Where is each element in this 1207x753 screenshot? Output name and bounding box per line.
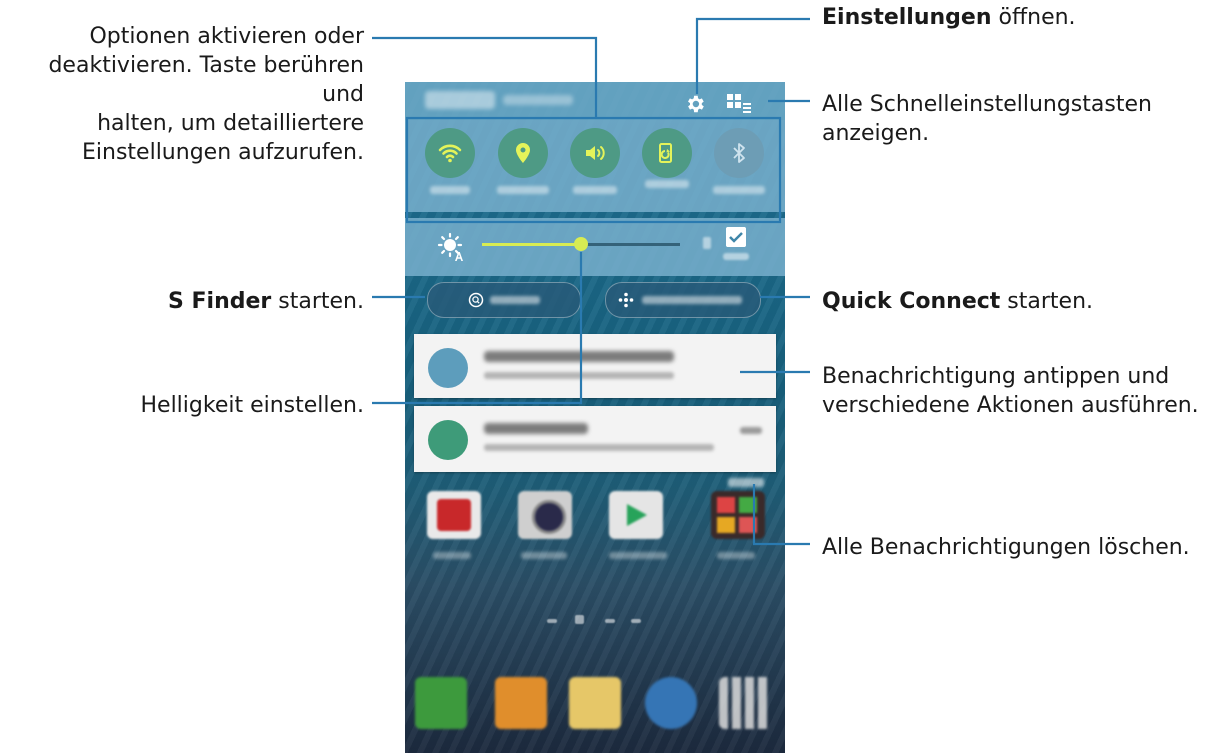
page-indicator xyxy=(605,619,615,623)
page-indicator xyxy=(547,619,557,623)
brightness-panel xyxy=(405,218,785,276)
quick-button-wifi[interactable] xyxy=(425,128,475,178)
annotation-line: anzeigen. xyxy=(822,121,930,146)
brightness-value-placeholder xyxy=(703,237,711,249)
quick-settings-annotation: Optionen aktivieren oder deaktivieren. T… xyxy=(0,22,364,167)
wifi-icon xyxy=(438,144,462,163)
brightness-slider[interactable] xyxy=(482,237,680,251)
sound-icon xyxy=(586,146,605,160)
quick-button-bluetooth[interactable] xyxy=(714,128,764,178)
auto-label-placeholder xyxy=(723,253,749,260)
bluetooth-icon xyxy=(733,143,745,163)
page-indicator-home xyxy=(575,615,584,624)
phone-screen xyxy=(405,82,785,753)
all-quick-settings-annotation: Alle Schnelleinstellungstasten anzeigen. xyxy=(822,90,1202,148)
app-label-placeholder xyxy=(717,552,755,559)
annotation-bold: Einstellungen xyxy=(822,5,992,30)
quick-button-label-placeholder xyxy=(713,186,765,194)
app-label-placeholder xyxy=(521,552,567,559)
annotation-rest: starten. xyxy=(1000,289,1094,314)
status-time xyxy=(425,91,495,109)
brightness-slider-handle[interactable] xyxy=(574,237,588,251)
play-store-app-icon[interactable] xyxy=(609,491,663,539)
notification-title-placeholder xyxy=(484,423,588,434)
data-roaming-icon xyxy=(428,420,468,460)
quick-button-label-placeholder xyxy=(645,180,689,188)
quick-connect-annotation: Quick Connect starten. xyxy=(822,287,1202,316)
location-icon xyxy=(516,143,530,163)
quick-connect-icon xyxy=(618,292,634,308)
auto-brightness-checkbox[interactable] xyxy=(726,227,746,247)
annotation-line: Helligkeit einstellen. xyxy=(140,393,364,418)
notification-text-placeholder xyxy=(484,444,714,451)
notification-wifi[interactable] xyxy=(414,334,776,398)
notification-time-placeholder xyxy=(740,427,762,434)
clear-all-annotation: Alle Benachrichtigungen löschen. xyxy=(822,533,1207,562)
annotation-line: Einstellungen aufzurufen. xyxy=(82,140,364,165)
quick-button-label-placeholder xyxy=(573,186,617,194)
notification-data-roaming[interactable] xyxy=(414,406,776,472)
annotation-line: Optionen aktivieren oder xyxy=(89,24,364,49)
auto-brightness-icon xyxy=(437,232,463,261)
apps-grid-icon[interactable] xyxy=(719,677,771,729)
s-finder-annotation: S Finder starten. xyxy=(100,287,364,316)
google-folder-app-icon[interactable] xyxy=(711,491,765,539)
gear-icon[interactable] xyxy=(684,93,706,115)
annotation-bold: Quick Connect xyxy=(822,289,1001,314)
s-finder-label-placeholder xyxy=(490,296,540,304)
messages-app-icon[interactable] xyxy=(569,677,621,729)
wifi-notification-icon xyxy=(428,348,468,388)
app-label-placeholder xyxy=(609,552,667,559)
brightness-slider-fill xyxy=(482,243,581,246)
quick-button-screen-rotation[interactable] xyxy=(642,128,692,178)
s-finder-icon xyxy=(468,292,484,308)
annotation-rest: öffnen. xyxy=(991,5,1076,30)
clear-all-button[interactable] xyxy=(728,478,764,487)
brightness-annotation: Helligkeit einstellen. xyxy=(80,391,364,420)
annotation-line: Benachrichtigung antippen und xyxy=(822,364,1170,389)
s-finder-button[interactable] xyxy=(427,282,581,318)
notification-title-placeholder xyxy=(484,351,674,362)
annotation-line: Alle Benachrichtigungen löschen. xyxy=(822,535,1190,560)
screen-rotation-icon xyxy=(659,143,672,163)
quick-button-location[interactable] xyxy=(498,128,548,178)
status-date xyxy=(503,95,573,105)
annotation-bold: S Finder xyxy=(168,289,272,314)
annotation-line: Alle Schnelleinstellungstasten xyxy=(822,92,1152,117)
annotation-rest: starten. xyxy=(271,289,364,314)
camera-app-icon[interactable] xyxy=(518,491,572,539)
internet-app-icon[interactable] xyxy=(645,677,697,729)
page-indicator xyxy=(631,619,641,623)
quick-settings-panel xyxy=(405,120,785,212)
contacts-app-icon[interactable] xyxy=(495,677,547,729)
status-bar xyxy=(405,82,785,120)
notification-text-placeholder xyxy=(484,372,674,379)
app-label-placeholder xyxy=(433,552,471,559)
annotation-line: deaktivieren. Taste berühren und xyxy=(48,53,364,107)
annotation-line: halten, um detailliertere xyxy=(97,111,364,136)
settings-annotation: Einstellungen öffnen. xyxy=(822,3,1202,32)
quick-connect-label-placeholder xyxy=(642,296,742,304)
quick-button-label-placeholder xyxy=(430,186,470,194)
annotation-line: verschiedene Aktionen ausführen. xyxy=(822,393,1199,418)
email-app-icon[interactable] xyxy=(427,491,481,539)
quick-button-sound[interactable] xyxy=(570,128,620,178)
notification-annotation: Benachrichtigung antippen und verschiede… xyxy=(822,362,1207,420)
quick-button-label-placeholder xyxy=(497,186,549,194)
quick-connect-button[interactable] xyxy=(605,282,761,318)
phone-app-icon[interactable] xyxy=(415,677,467,729)
quick-settings-grid-icon[interactable] xyxy=(727,94,751,114)
